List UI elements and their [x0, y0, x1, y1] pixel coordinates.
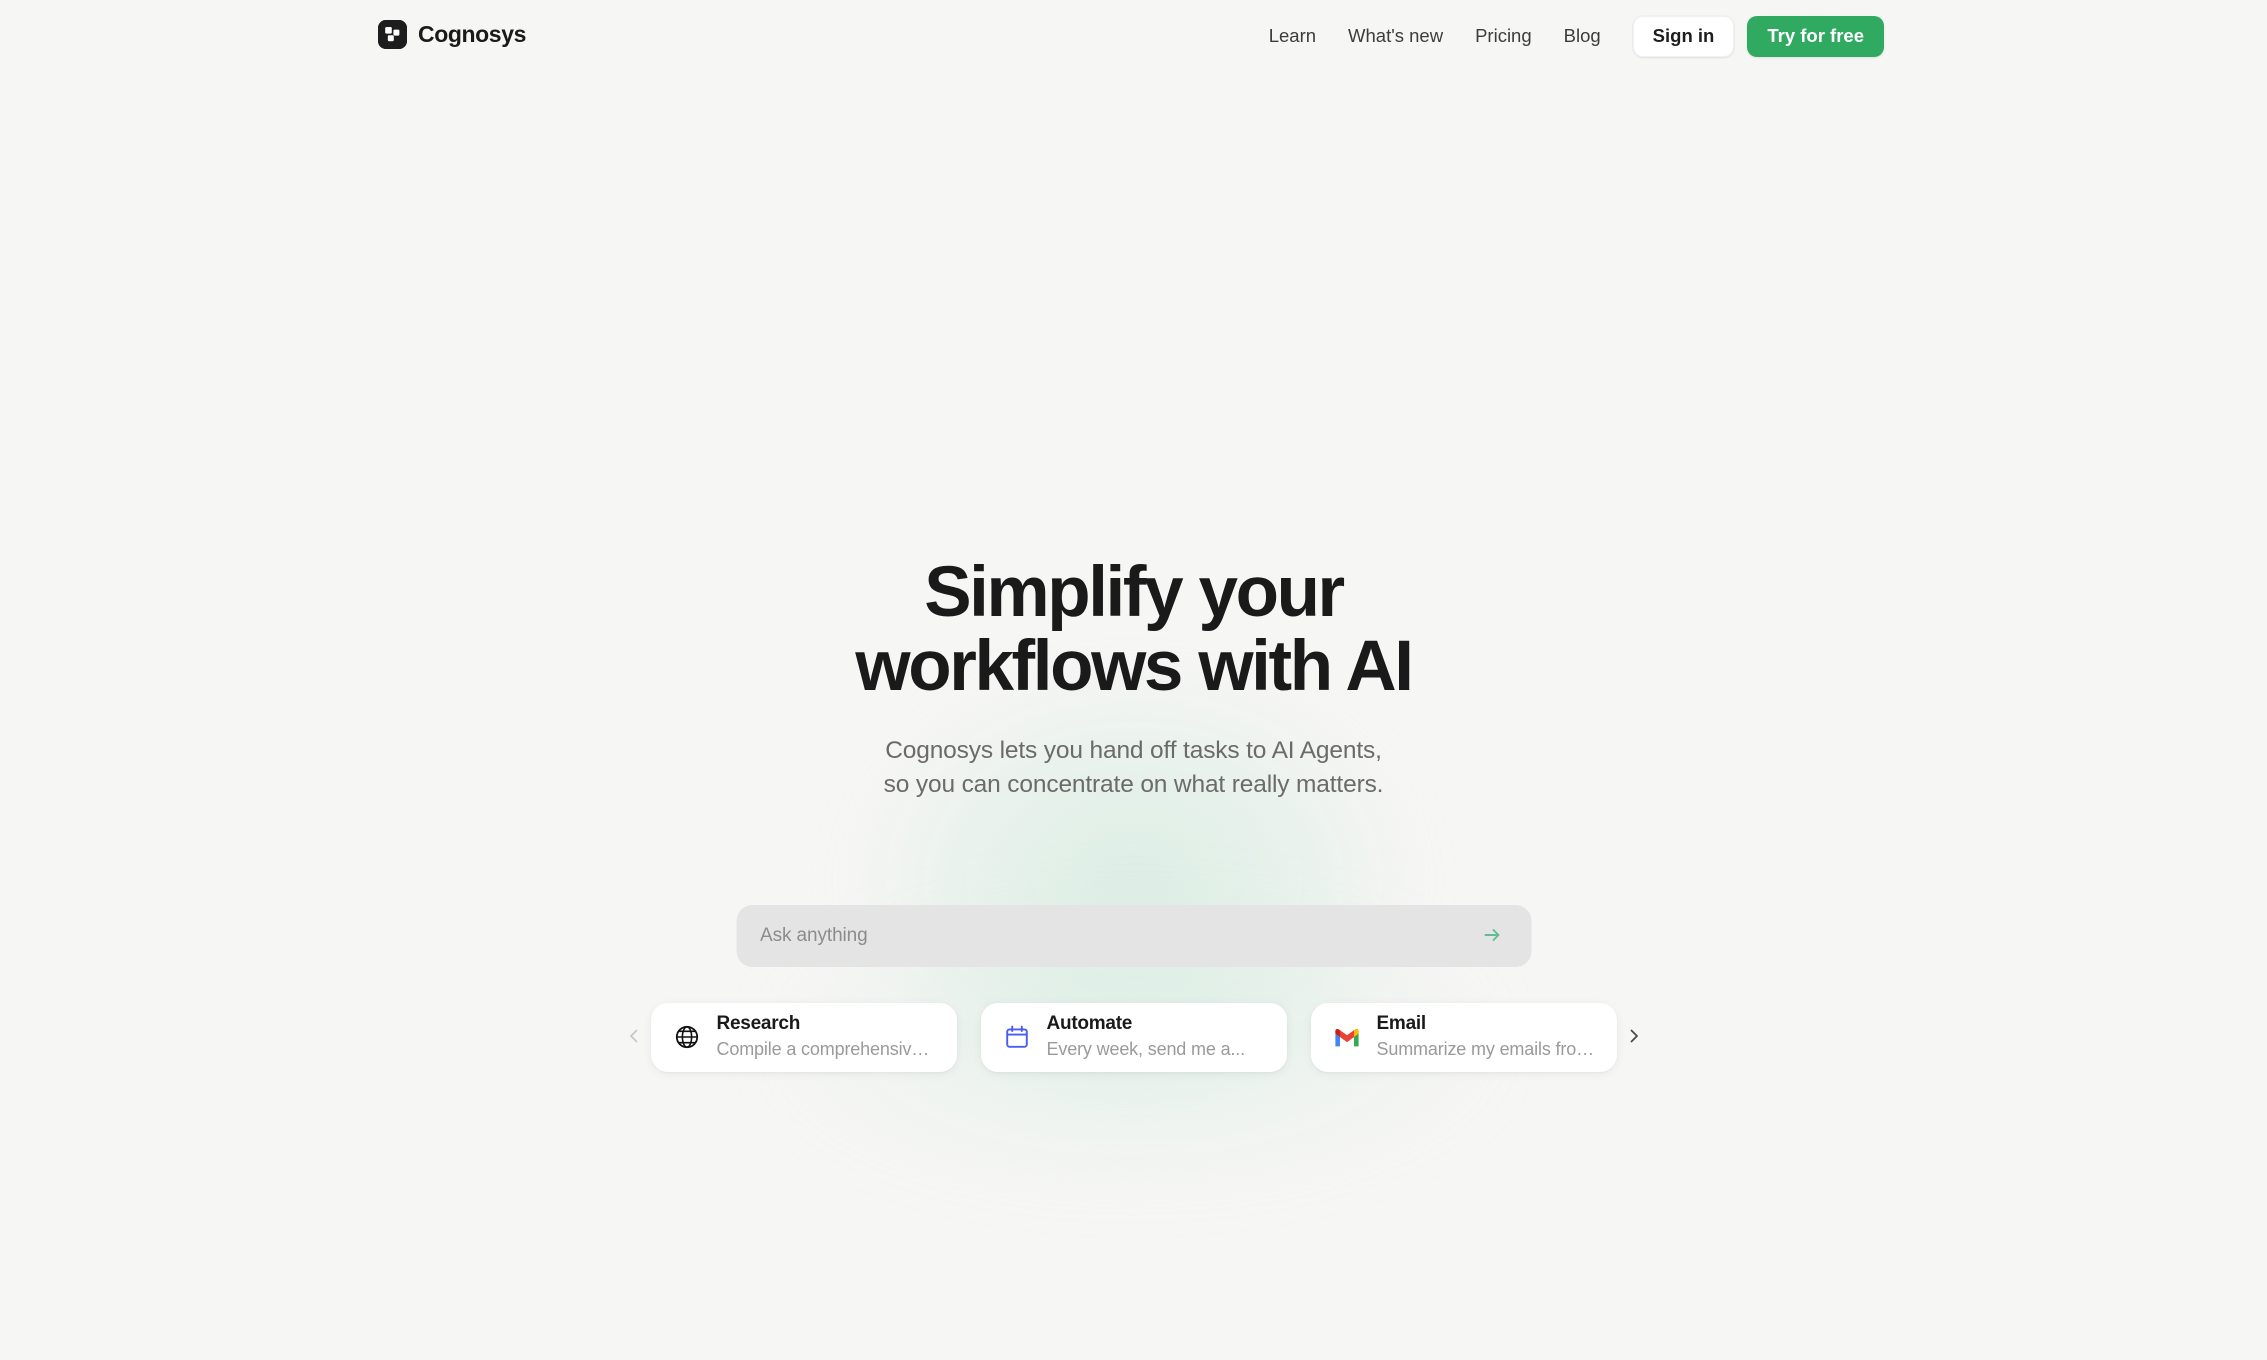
brand-logo-link[interactable]: Cognosys [378, 20, 526, 49]
suggestion-card-research[interactable]: Research Compile a comprehensive... [650, 1002, 957, 1072]
card-title: Automate [1046, 1013, 1133, 1035]
card-text: Automate Every week, send me a... [1047, 1013, 1246, 1060]
card-title: Research [716, 1013, 801, 1035]
card-text: Email Summarize my emails from... [1377, 1013, 1595, 1060]
headline-line-1: Simplify your [924, 553, 1345, 632]
search-input[interactable] [760, 925, 1467, 947]
search-section [736, 905, 1531, 967]
landing-page: Cognosys Learn What's new Pricing Blog S… [0, 0, 2267, 1360]
try-for-free-button[interactable]: Try for free [1747, 16, 1884, 57]
chevron-right-icon [1625, 1027, 1643, 1048]
card-subtitle: Every week, send me a... [1046, 1039, 1246, 1060]
main-nav: Learn What's new Pricing Blog Sign in Tr… [1253, 16, 1884, 57]
send-button[interactable] [1477, 921, 1507, 951]
nav-link-whats-new[interactable]: What's new [1332, 18, 1459, 55]
nav-link-blog[interactable]: Blog [1548, 18, 1617, 55]
card-subtitle: Compile a comprehensive... [716, 1039, 935, 1060]
calendar-icon [1003, 1023, 1031, 1051]
card-title: Email [1376, 1013, 1427, 1035]
arrow-right-icon [1481, 924, 1503, 949]
suggestion-card-automate[interactable]: Automate Every week, send me a... [980, 1002, 1287, 1072]
nav-link-pricing[interactable]: Pricing [1459, 18, 1548, 55]
chevron-left-icon [625, 1027, 643, 1048]
cognosys-logo-icon [378, 20, 407, 49]
sign-in-button[interactable]: Sign in [1632, 16, 1735, 57]
search-box[interactable] [736, 905, 1531, 967]
card-subtitle: Summarize my emails from... [1376, 1039, 1595, 1060]
nav-link-learn[interactable]: Learn [1253, 18, 1332, 55]
suggestion-card-email[interactable]: Email Summarize my emails from... [1310, 1002, 1617, 1072]
suggestion-carousel: Research Compile a comprehensive... Auto… [589, 1002, 1679, 1072]
gmail-icon [1333, 1023, 1361, 1051]
subtitle-line-1: Cognosys lets you hand off tasks to AI A… [885, 736, 1382, 764]
card-text: Research Compile a comprehensive... [717, 1013, 935, 1060]
hero-subtitle: Cognosys lets you hand off tasks to AI A… [884, 734, 1384, 804]
headline-line-2: workflows with AI [855, 626, 1414, 706]
page-title: Simplify your workflows with AI [855, 553, 1414, 706]
subtitle-line-2: so you can concentrate on what really ma… [883, 771, 1384, 799]
carousel-prev-button[interactable] [617, 1013, 651, 1061]
carousel-next-button[interactable] [1617, 1013, 1651, 1061]
hero-section: Simplify your workflows with AI Cognosys… [0, 556, 2267, 803]
globe-icon [673, 1023, 701, 1051]
site-header: Cognosys Learn What's new Pricing Blog S… [0, 0, 2267, 76]
carousel-track: Research Compile a comprehensive... Auto… [650, 1002, 1617, 1072]
brand-name: Cognosys [418, 21, 526, 47]
